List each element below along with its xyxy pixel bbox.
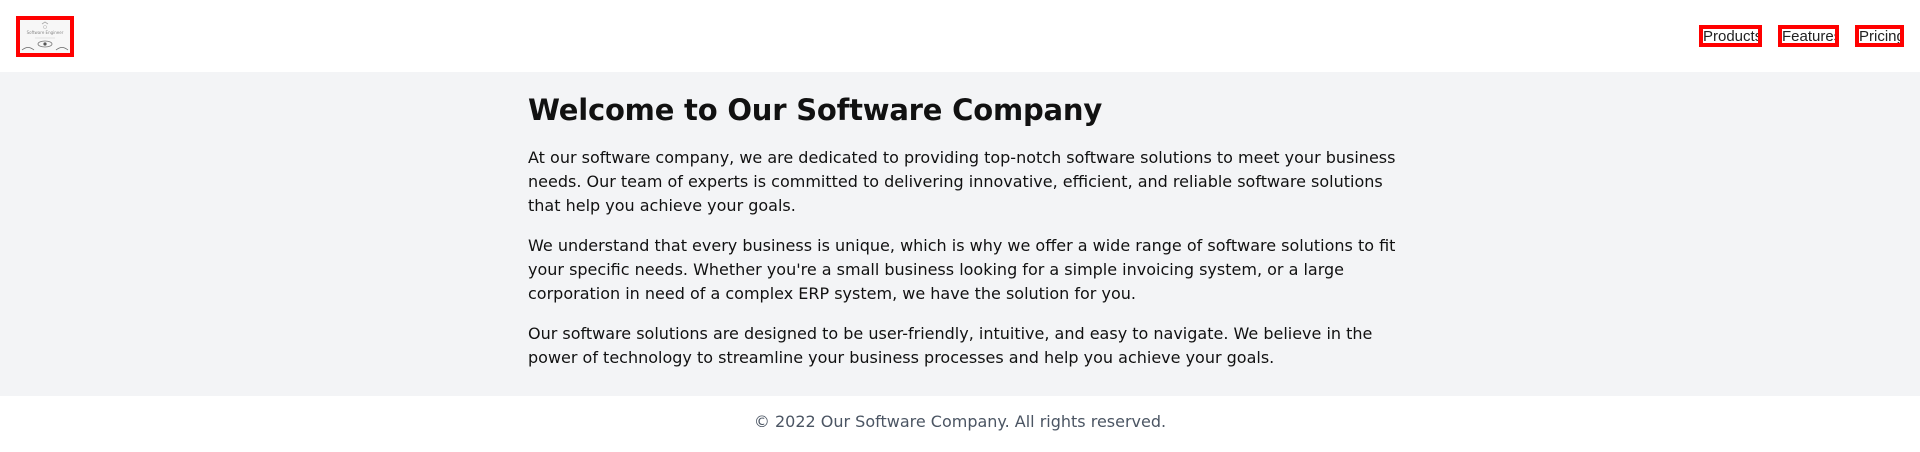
page-title: Welcome to Our Software Company [528,93,1103,127]
copyright-text: © 2022 Our Software Company. All rights … [753,412,1167,431]
nav-link-features[interactable]: Features [1778,25,1839,47]
nav-link-pricing[interactable]: Pricing [1855,25,1904,47]
solutions-paragraph: We understand that every business is uni… [528,236,1396,303]
main-nav: Products Features Pricing [1699,25,1904,47]
main-section: Welcome to Our Software Company At our s… [0,72,1920,396]
company-logo[interactable]: Software Engineer [16,16,74,57]
main-content: Welcome to Our Software Company At our s… [528,90,1396,370]
usability-paragraph: Our software solutions are designed to b… [528,324,1373,367]
intro-paragraph: At our software company, we are dedicate… [528,148,1396,215]
site-header: Software Engineer Products Features Pric… [0,0,1920,72]
site-footer: © 2022 Our Software Company. All rights … [0,396,1920,452]
nav-link-products[interactable]: Products [1699,25,1762,47]
company-logo-icon: Software Engineer [20,20,70,53]
logo-text: Software Engineer [27,30,64,35]
